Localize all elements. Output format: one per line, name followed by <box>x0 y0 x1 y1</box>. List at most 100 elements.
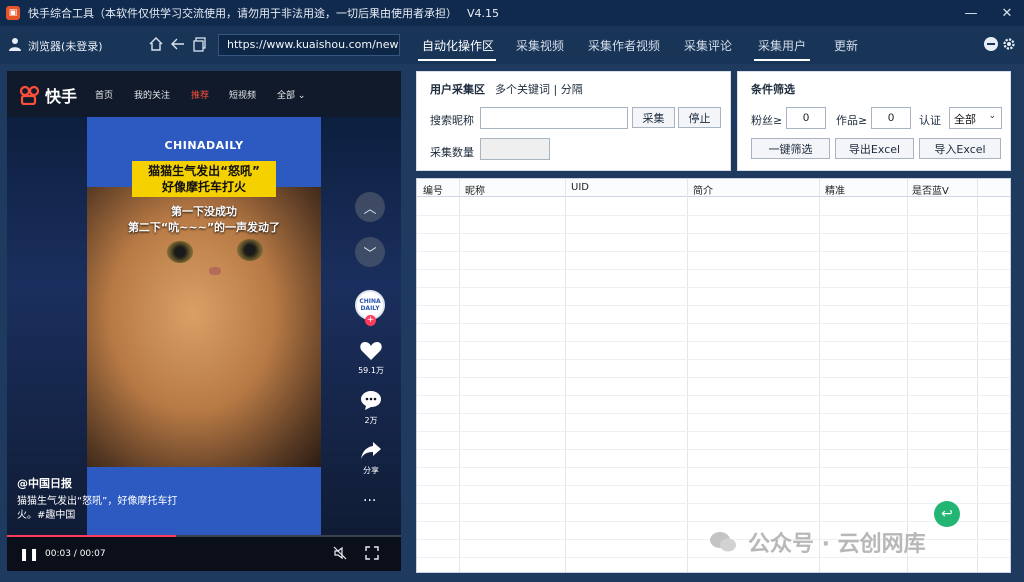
menu-collect-users[interactable]: 采集用户 <box>758 37 806 54</box>
comment-count: 2万 <box>364 416 378 425</box>
minimize-button[interactable]: — <box>956 0 986 26</box>
kuaishou-nav: 快手 首页 我的关注 推荐 短视频 全部 ⌄ <box>7 71 401 117</box>
kuaishou-logo-text: 快手 <box>45 87 78 106</box>
toolbar: 浏览器(未登录) https://www.kuaishou.com/new-r … <box>0 26 1024 64</box>
row-divider <box>417 467 1010 468</box>
export-excel-button[interactable]: 导出Excel <box>835 138 914 159</box>
row-divider <box>417 431 1010 432</box>
ks-tab-all[interactable]: 全部 ⌄ <box>277 88 305 101</box>
user-icon <box>9 38 21 51</box>
return-icon[interactable]: ↩ <box>934 501 960 527</box>
works-min-label: 作品≥ <box>836 114 868 127</box>
window-title: 快手综合工具（本软件仅供学习交流使用，请勿用于非法用途，一切后果由使用者承担） <box>28 7 457 20</box>
menu-update[interactable]: 更新 <box>834 37 858 54</box>
browser-view[interactable]: 快手 首页 我的关注 推荐 短视频 全部 ⌄ CHINADAILY 猫猫生气发出… <box>7 71 401 571</box>
row-divider <box>417 377 1010 378</box>
gear-icon[interactable] <box>1002 37 1016 51</box>
ks-tab-recommend[interactable]: 推荐 <box>191 88 209 101</box>
cat-right-eye <box>237 239 263 261</box>
row-divider <box>417 287 1010 288</box>
works-min-input[interactable] <box>871 107 911 129</box>
column-divider <box>687 179 688 572</box>
one-click-filter-button[interactable]: 一键筛选 <box>751 138 830 159</box>
row-divider <box>417 251 1010 252</box>
video-headline: 猫猫生气发出“怒吼” 好像摩托车打火 <box>132 161 276 197</box>
row-divider <box>417 521 1010 522</box>
progress-fill <box>7 535 177 537</box>
next-video-button[interactable]: ﹀ <box>355 237 385 267</box>
previous-video-button[interactable]: ︿ <box>355 192 385 222</box>
menu-collect-comments[interactable]: 采集评论 <box>684 37 732 54</box>
title-bar: ▣ 快手综合工具（本软件仅供学习交流使用，请勿用于非法用途，一切后果由使用者承担… <box>0 0 1024 26</box>
close-button[interactable]: ✕ <box>992 0 1022 26</box>
video-author[interactable]: @中国日报 <box>17 475 72 491</box>
menu-collect-video[interactable]: 采集视频 <box>516 37 564 54</box>
row-divider <box>417 449 1010 450</box>
row-divider <box>417 233 1010 234</box>
fullscreen-icon[interactable] <box>365 546 379 560</box>
minus-circle-icon[interactable] <box>984 37 998 51</box>
column-divider <box>459 179 460 572</box>
video-time: 00:03 / 00:07 <box>45 549 106 559</box>
verify-select[interactable]: 全部 ⌄ <box>949 107 1002 129</box>
app-icon: ▣ <box>6 6 20 20</box>
pause-icon[interactable]: ❚❚ <box>19 547 39 561</box>
more-icon[interactable]: ··· <box>363 493 376 509</box>
browser-login-status: 浏览器(未登录) <box>28 40 103 53</box>
column-header[interactable]: UID <box>571 182 589 193</box>
ks-tab-short-video[interactable]: 短视频 <box>229 88 256 101</box>
active-menu-indicator <box>418 59 496 61</box>
ks-tab-home[interactable]: 首页 <box>95 88 113 101</box>
row-divider <box>417 341 1010 342</box>
cat-nose <box>209 267 221 275</box>
column-header[interactable]: 简介 <box>693 182 713 197</box>
collect-button[interactable]: 采集 <box>632 107 675 128</box>
copy-icon[interactable] <box>192 36 208 52</box>
video-description: 猫猫生气发出“怒吼”，好像摩托车打火。#趣中国 <box>17 496 178 521</box>
row-divider <box>417 359 1010 360</box>
import-excel-button[interactable]: 导入Excel <box>919 138 1001 159</box>
menu-collect-author-video[interactable]: 采集作者视频 <box>588 37 660 54</box>
share-label: 分享 <box>363 466 379 475</box>
like-count: 59.1万 <box>358 366 384 375</box>
video-player[interactable]: CHINADAILY 猫猫生气发出“怒吼” 好像摩托车打火 第一下没成功 第二下… <box>87 117 321 467</box>
menu-automation[interactable]: 自动化操作区 <box>422 37 494 54</box>
column-divider <box>565 179 566 572</box>
mute-icon[interactable] <box>333 546 347 560</box>
results-table[interactable]: 编号 昵称 UID 简介 精准 是否蓝V <box>416 178 1011 573</box>
column-header[interactable]: 精准 <box>825 182 845 197</box>
follow-plus-icon[interactable]: + <box>365 315 376 326</box>
heart-icon[interactable] <box>358 339 384 361</box>
progress-bar[interactable] <box>7 535 401 537</box>
video-headline-line2: 好像摩托车打火 <box>161 180 246 194</box>
user-collect-title: 用户采集区 <box>430 83 485 96</box>
column-divider <box>819 179 820 572</box>
row-divider <box>417 323 1010 324</box>
wechat-icon <box>710 532 736 552</box>
stop-button[interactable]: 停止 <box>678 107 721 128</box>
column-divider <box>977 179 978 572</box>
fans-min-label: 粉丝≥ <box>751 114 783 127</box>
column-header[interactable]: 是否蓝V <box>912 182 949 197</box>
verify-select-value: 全部 <box>954 113 976 126</box>
row-divider <box>417 269 1010 270</box>
cat-left-eye <box>167 241 193 263</box>
back-arrow-icon[interactable] <box>170 36 186 52</box>
video-headline-line1: 猫猫生气发出“怒吼” <box>148 164 260 178</box>
video-brand: CHINADAILY <box>164 139 244 152</box>
user-collect-panel: 用户采集区 多个关键词 | 分隔 搜索昵称 采集 停止 采集数量 <box>416 71 731 171</box>
fans-min-input[interactable] <box>786 107 826 129</box>
kuaishou-logo[interactable]: 快手 <box>19 83 77 107</box>
chevron-down-icon: ⌄ <box>988 111 996 121</box>
search-nickname-label: 搜索昵称 <box>430 114 474 127</box>
ks-tab-following[interactable]: 我的关注 <box>134 88 170 101</box>
column-header[interactable]: 编号 <box>423 182 443 197</box>
video-subtitle-line1: 第一下没成功 <box>171 205 237 218</box>
home-icon[interactable] <box>148 36 164 52</box>
kuaishou-logo-icon <box>19 85 40 105</box>
comment-icon[interactable] <box>358 389 384 411</box>
url-input[interactable]: https://www.kuaishou.com/new-r <box>218 34 400 56</box>
share-icon[interactable] <box>358 439 384 461</box>
column-header[interactable]: 昵称 <box>465 182 485 197</box>
search-nickname-input[interactable] <box>480 107 628 129</box>
